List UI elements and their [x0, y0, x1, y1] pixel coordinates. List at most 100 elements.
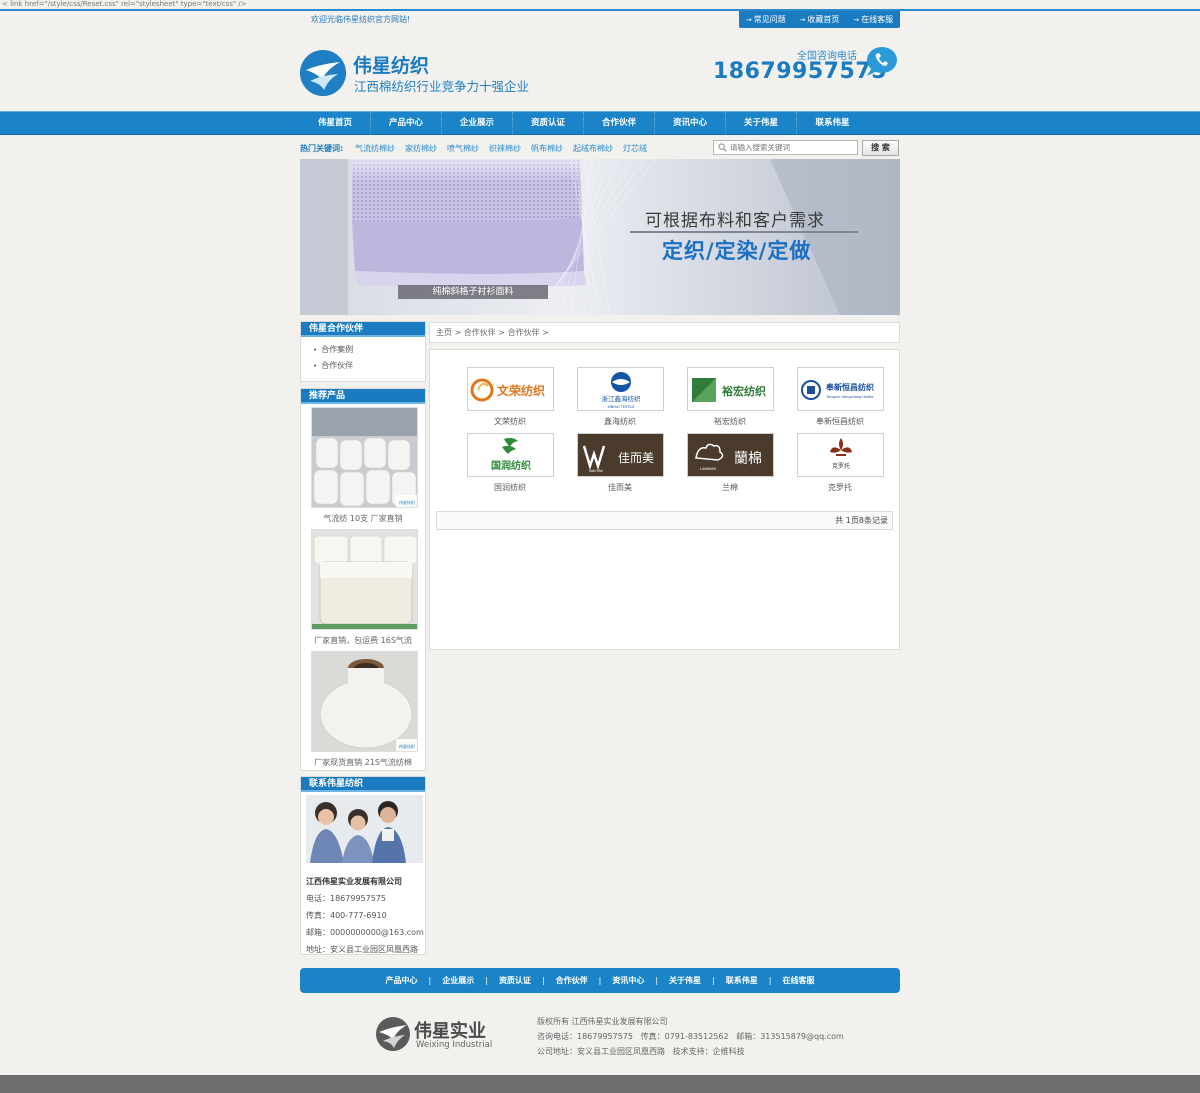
sidebar-products-title: 推荐产品: [301, 389, 425, 404]
footer-link-online-service[interactable]: 在线客服: [782, 975, 814, 986]
search-box: [713, 140, 858, 155]
top-links: → 常见问题 → 收藏首页 → 在线客服: [739, 11, 900, 28]
banner-headline: 可根据布料和客户需求: [645, 211, 825, 231]
arrow-icon: →: [853, 16, 860, 24]
nav-showcase[interactable]: 企业展示: [442, 112, 513, 134]
main-nav: 伟星首页 产品中心 企业展示 资质认证 合作伙伴 资讯中心 关于伟星 联系伟星: [0, 111, 1200, 135]
partner-logo[interactable]: 浙江鑫海纺织 XINHAI TEXTILE: [576, 367, 664, 411]
product-image[interactable]: 伟星纺织: [311, 407, 418, 508]
partner-logo[interactable]: 国润纺织: [466, 433, 554, 477]
faq-link[interactable]: → 常见问题: [746, 14, 786, 25]
svg-text:LANMIAN: LANMIAN: [699, 467, 715, 471]
product-image[interactable]: 伟星纺织: [311, 651, 418, 752]
partner-logo[interactable]: 裕宏纺织: [686, 367, 774, 411]
breadcrumb[interactable]: 主页 > 合作伙伴 > 合作伙伴 >: [429, 322, 900, 343]
partner-card[interactable]: 浙江鑫海纺织 XINHAI TEXTILE 鑫海纺织: [565, 367, 675, 428]
sidebar-contact-title: 联系伟星纺织: [301, 777, 425, 792]
sidebar-item-cases[interactable]: 合作案例: [313, 342, 425, 358]
partner-logo[interactable]: JiaErMei 佳而美: [576, 433, 664, 477]
bookmark-link[interactable]: → 收藏首页: [800, 14, 840, 25]
product-watermark: 伟星纺织: [399, 743, 415, 749]
partner-name[interactable]: 兰棉: [675, 482, 785, 494]
product-caption[interactable]: 厂家现货直销 21S气流纺棉: [301, 757, 425, 770]
sidebar-item-partners[interactable]: 合作伙伴: [313, 358, 425, 374]
welcome-text: 欢迎光临伟星纺织官方网站!: [311, 15, 411, 24]
footer-link-products[interactable]: 产品中心: [386, 975, 418, 986]
svg-text:裕宏纺织: 裕宏纺织: [721, 384, 766, 398]
nav-about[interactable]: 关于伟星: [726, 112, 797, 134]
banner-subheadline: 定织/定染/定做: [662, 239, 812, 263]
banner-caption: 纯棉斜格子衬衫面料: [398, 285, 548, 299]
partner-name[interactable]: 佳而美: [565, 482, 675, 494]
svg-text:文荣纺织: 文荣纺织: [496, 383, 544, 398]
footer-link-contact[interactable]: 联系伟星: [726, 975, 758, 986]
pagination-summary: 共 1页8条记录: [436, 511, 893, 530]
keyword-link[interactable]: 喷气棉纱: [447, 143, 479, 154]
partner-logo[interactable]: 文荣纺织: [466, 367, 554, 411]
footer-contact-line: 咨询电话：18679957575 传真：0791-83512562 邮箱：313…: [537, 1032, 844, 1041]
divider: |: [541, 976, 545, 985]
nav-home[interactable]: 伟星首页: [300, 112, 371, 134]
footer-link-certification[interactable]: 资质认证: [499, 975, 531, 986]
hot-keywords-list: 气流纺棉纱 家纺棉纱 喷气棉纱 织袜棉纱 帆布棉纱 起绒布棉纱 灯芯绒: [355, 143, 647, 154]
partner-name[interactable]: 文荣纺织: [455, 416, 565, 428]
contact-company: 江西伟星实业发展有限公司: [306, 877, 402, 886]
footer-info: 版权所有 江西伟星实业发展有限公司 咨询电话：18679957575 传真：07…: [537, 1014, 844, 1059]
product-caption[interactable]: 厂家直销，包运费 16S气流: [301, 635, 425, 648]
footer-link-partners[interactable]: 合作伙伴: [556, 975, 588, 986]
staff-photo: [306, 795, 423, 863]
partners-grid: 文荣纺织 文荣纺织 浙江鑫海纺织 XINHAI TEXTILE 鑫海纺织 裕宏纺…: [455, 367, 895, 494]
partner-card[interactable]: 国润纺织 国润纺织: [455, 433, 565, 494]
partner-name[interactable]: 奉新恒昌纺织: [785, 416, 895, 428]
footer-link-showcase[interactable]: 企业展示: [442, 975, 474, 986]
product-caption[interactable]: 气流纺 10支 厂家直销: [301, 513, 425, 526]
nav-certification[interactable]: 资质认证: [513, 112, 584, 134]
partner-logo[interactable]: 克罗托: [796, 433, 884, 477]
svg-text:JiaErMei: JiaErMei: [588, 469, 603, 473]
keyword-link[interactable]: 灯芯绒: [623, 143, 647, 154]
divider: |: [485, 976, 488, 985]
online-service-link[interactable]: → 在线客服: [853, 14, 893, 25]
svg-text:奉新恒昌纺织: 奉新恒昌纺织: [825, 382, 874, 392]
keyword-link[interactable]: 气流纺棉纱: [355, 143, 395, 154]
logo-star-icon[interactable]: [300, 50, 346, 96]
partner-card[interactable]: JiaErMei 佳而美 佳而美: [565, 433, 675, 494]
product-image[interactable]: [311, 529, 418, 630]
hot-keywords-label: 热门关键词:: [300, 144, 344, 153]
partner-card[interactable]: 文荣纺织 文荣纺织: [455, 367, 565, 428]
search-icon: [718, 143, 727, 152]
keyword-link[interactable]: 织袜棉纱: [489, 143, 521, 154]
nav-contact[interactable]: 联系伟星: [797, 112, 868, 134]
footer-link-news[interactable]: 资讯中心: [612, 975, 644, 986]
partner-card[interactable]: 裕宏纺织 裕宏纺织: [675, 367, 785, 428]
hero-banner[interactable]: 纯棉斜格子衬衫面料 可根据布料和客户需求 定织/定染/定做: [300, 159, 900, 315]
search-input[interactable]: [730, 143, 850, 152]
footer-link-about[interactable]: 关于伟星: [669, 975, 701, 986]
search-button[interactable]: 搜 索: [862, 140, 899, 156]
footer-copyright: 版权所有 江西伟星实业发展有限公司: [537, 1017, 668, 1026]
partner-card[interactable]: 克罗托 克罗托: [785, 433, 895, 494]
partner-name[interactable]: 裕宏纺织: [675, 416, 785, 428]
nav-products[interactable]: 产品中心: [371, 112, 442, 134]
contact-fax: 传真：400-777-6910: [306, 911, 387, 920]
brand-name: 伟星纺织: [353, 55, 430, 77]
partner-card[interactable]: LANMIAN 蘭棉 兰棉: [675, 433, 785, 494]
partner-name[interactable]: 克罗托: [785, 482, 895, 494]
keyword-link[interactable]: 帆布棉纱: [531, 143, 563, 154]
partner-logo[interactable]: 奉新恒昌纺织 Fengxin Hengchang textile: [796, 367, 884, 411]
partner-name[interactable]: 国润纺织: [455, 482, 565, 494]
banner-divider: [630, 231, 858, 233]
partner-name[interactable]: 鑫海纺织: [565, 416, 675, 428]
divider: |: [712, 976, 715, 985]
svg-text:浙江鑫海纺织: 浙江鑫海纺织: [601, 394, 641, 403]
sidebar-partners-title: 伟星合作伙伴: [301, 322, 425, 337]
product-watermark: 伟星纺织: [399, 499, 415, 505]
nav-news[interactable]: 资讯中心: [655, 112, 726, 134]
svg-text:佳而美: 佳而美: [617, 451, 653, 465]
partner-logo[interactable]: LANMIAN 蘭棉: [686, 433, 774, 477]
nav-partners[interactable]: 合作伙伴: [584, 112, 655, 134]
keyword-link[interactable]: 起绒布棉纱: [573, 143, 613, 154]
contact-phone: 电话：18679957575: [306, 894, 386, 903]
keyword-link[interactable]: 家纺棉纱: [405, 143, 437, 154]
partner-card[interactable]: 奉新恒昌纺织 Fengxin Hengchang textile 奉新恒昌纺织: [785, 367, 895, 428]
